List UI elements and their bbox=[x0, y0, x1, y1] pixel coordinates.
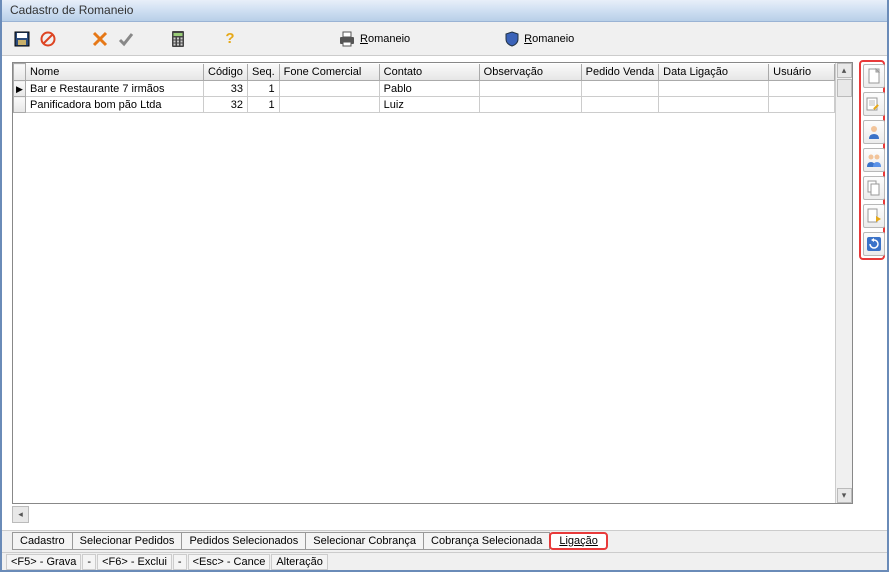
cell-obs[interactable] bbox=[479, 97, 581, 113]
col-pedido[interactable]: Pedido Venda bbox=[581, 64, 659, 81]
cell-usuario[interactable] bbox=[769, 97, 835, 113]
cell-seq[interactable]: 1 bbox=[248, 81, 280, 97]
col-nome[interactable]: Nome bbox=[26, 64, 204, 81]
cell-pedido[interactable] bbox=[581, 81, 659, 97]
cell-contato[interactable]: Pablo bbox=[379, 81, 479, 97]
help-button[interactable]: ? bbox=[220, 29, 240, 49]
col-contato[interactable]: Contato bbox=[379, 64, 479, 81]
grid-corner bbox=[14, 64, 26, 81]
shield-icon bbox=[504, 31, 520, 47]
tab-selecionar-pedidos[interactable]: Selecionar Pedidos bbox=[72, 532, 183, 550]
table-row[interactable]: Panificadora bom pão Ltda 32 1 Luiz bbox=[14, 97, 835, 113]
save-button[interactable] bbox=[12, 29, 32, 49]
tab-ligacao[interactable]: Ligação bbox=[549, 532, 608, 550]
tab-selecionar-cobranca[interactable]: Selecionar Cobrança bbox=[305, 532, 424, 550]
copy-doc-button[interactable] bbox=[863, 176, 885, 200]
cell-codigo[interactable]: 33 bbox=[204, 81, 248, 97]
copy-doc-icon bbox=[866, 180, 882, 196]
right-toolbar bbox=[857, 56, 887, 530]
row-indicator: ▶ bbox=[14, 81, 26, 97]
col-fone[interactable]: Fone Comercial bbox=[279, 64, 379, 81]
scroll-left-icon[interactable]: ◂ bbox=[12, 506, 29, 523]
print-romaneio-button[interactable]: Romaneio bbox=[332, 29, 416, 49]
status-f6: <F6> - Exclui bbox=[97, 554, 172, 570]
window-title: Cadastro de Romaneio bbox=[10, 3, 133, 17]
tab-pedidos-selecionados[interactable]: Pedidos Selecionados bbox=[181, 532, 306, 550]
users-icon bbox=[865, 152, 883, 168]
printer-icon bbox=[338, 31, 356, 47]
export-doc-icon bbox=[866, 208, 882, 224]
cell-nome[interactable]: Bar e Restaurante 7 irmãos bbox=[26, 81, 204, 97]
table-row[interactable]: ▶ Bar e Restaurante 7 irmãos 33 1 Pablo bbox=[14, 81, 835, 97]
status-mode: Alteração bbox=[271, 554, 327, 570]
users-button[interactable] bbox=[863, 148, 885, 172]
status-esc: <Esc> - Cance bbox=[188, 554, 271, 570]
calculator-button[interactable] bbox=[168, 29, 188, 49]
confirm-button[interactable] bbox=[116, 29, 136, 49]
save-icon bbox=[14, 31, 30, 47]
col-seq[interactable]: Seq. bbox=[248, 64, 280, 81]
new-doc-icon bbox=[867, 68, 881, 84]
tab-cadastro[interactable]: Cadastro bbox=[12, 532, 73, 550]
window-titlebar: Cadastro de Romaneio bbox=[2, 0, 887, 22]
col-usuario[interactable]: Usuário bbox=[769, 64, 835, 81]
refresh-icon bbox=[866, 236, 882, 252]
cell-codigo[interactable]: 32 bbox=[204, 97, 248, 113]
cell-data[interactable] bbox=[659, 81, 769, 97]
print-romaneio-label: omaneio bbox=[368, 33, 410, 45]
new-doc-button[interactable] bbox=[863, 64, 885, 88]
main-toolbar: ? Romaneio Romaneio bbox=[2, 22, 887, 56]
cell-seq[interactable]: 1 bbox=[248, 97, 280, 113]
scroll-up-icon[interactable]: ▴ bbox=[837, 63, 852, 78]
status-bar: <F5> - Grava - <F6> - Exclui - <Esc> - C… bbox=[2, 552, 887, 570]
cell-usuario[interactable] bbox=[769, 81, 835, 97]
refresh-button[interactable] bbox=[863, 232, 885, 256]
right-toolbar-highlight bbox=[859, 60, 885, 260]
col-data[interactable]: Data Ligação bbox=[659, 64, 769, 81]
bottom-tabs: Cadastro Selecionar Pedidos Pedidos Sele… bbox=[2, 530, 887, 552]
grid-header-row: Nome Código Seq. Fone Comercial Contato … bbox=[14, 64, 835, 81]
cell-pedido[interactable] bbox=[581, 97, 659, 113]
shield-romaneio-label: omaneio bbox=[532, 33, 574, 45]
cell-data[interactable] bbox=[659, 97, 769, 113]
horizontal-scrollbar[interactable]: ◂ bbox=[12, 506, 853, 524]
confirm-icon bbox=[118, 31, 134, 47]
tab-cobranca-selecionada[interactable]: Cobrança Selecionada bbox=[423, 532, 550, 550]
calculator-icon bbox=[171, 31, 185, 47]
deny-icon bbox=[40, 31, 56, 47]
edit-doc-icon bbox=[866, 96, 882, 112]
delete-icon bbox=[92, 31, 108, 47]
cell-fone[interactable] bbox=[279, 81, 379, 97]
vertical-scrollbar[interactable]: ▴ ▾ bbox=[835, 63, 852, 503]
col-codigo[interactable]: Código bbox=[204, 64, 248, 81]
cell-fone[interactable] bbox=[279, 97, 379, 113]
user-button[interactable] bbox=[863, 120, 885, 144]
cell-nome[interactable]: Panificadora bom pão Ltda bbox=[26, 97, 204, 113]
delete-button[interactable] bbox=[90, 29, 110, 49]
shield-romaneio-button[interactable]: Romaneio bbox=[498, 29, 580, 49]
status-sep: - bbox=[173, 554, 187, 570]
cell-contato[interactable]: Luiz bbox=[379, 97, 479, 113]
user-icon bbox=[866, 124, 882, 140]
help-icon: ? bbox=[225, 30, 234, 47]
status-sep: - bbox=[82, 554, 96, 570]
row-indicator bbox=[14, 97, 26, 113]
scroll-down-icon[interactable]: ▾ bbox=[837, 488, 852, 503]
export-doc-button[interactable] bbox=[863, 204, 885, 228]
edit-doc-button[interactable] bbox=[863, 92, 885, 116]
scroll-thumb[interactable] bbox=[837, 79, 852, 97]
deny-button[interactable] bbox=[38, 29, 58, 49]
col-obs[interactable]: Observação bbox=[479, 64, 581, 81]
status-f5: <F5> - Grava bbox=[6, 554, 81, 570]
cell-obs[interactable] bbox=[479, 81, 581, 97]
data-grid[interactable]: Nome Código Seq. Fone Comercial Contato … bbox=[12, 62, 853, 504]
